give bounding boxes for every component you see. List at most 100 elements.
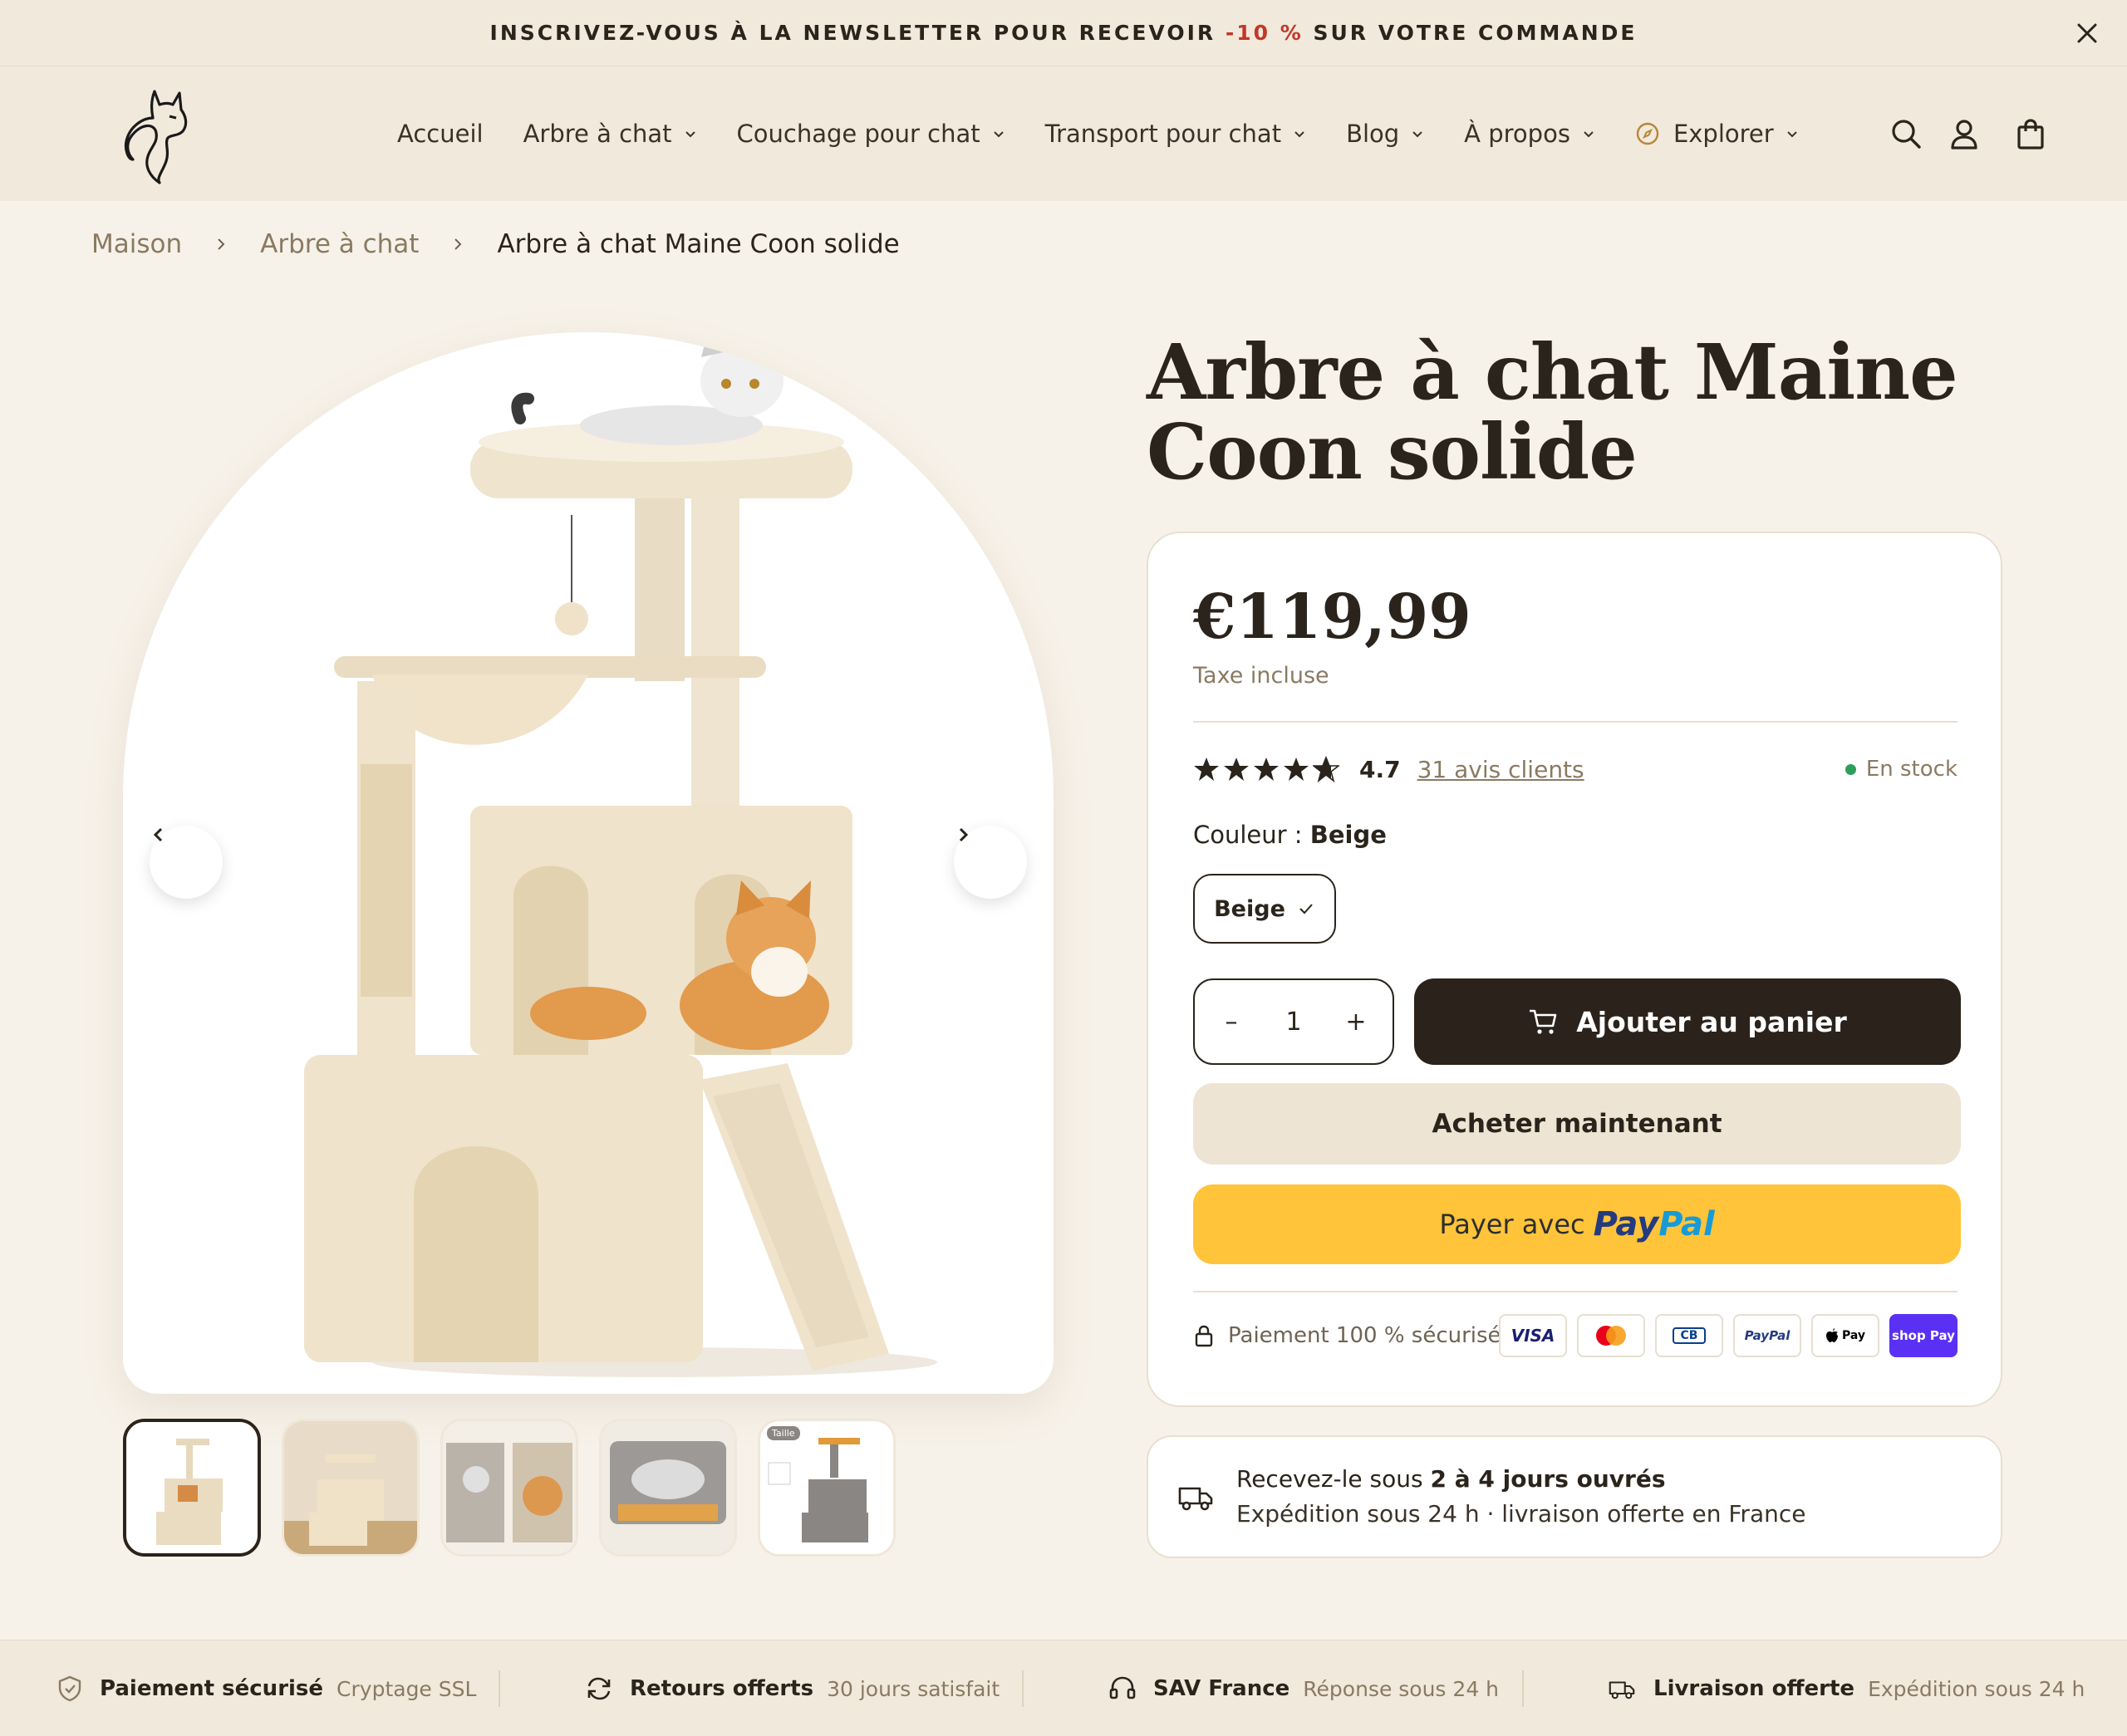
cb-icon: CB	[1655, 1314, 1723, 1357]
delivery-info: Recevez-le sous 2 à 4 jours ouvrés Expéd…	[1147, 1435, 2002, 1558]
nav-item-accueil[interactable]: Accueil	[397, 120, 484, 148]
chevron-right-icon	[454, 238, 462, 250]
separator	[1522, 1670, 1524, 1707]
star-icon	[1284, 758, 1309, 781]
chevron-down-icon	[685, 131, 695, 138]
search-icon[interactable]	[1889, 117, 1923, 150]
thumbnail-image	[760, 1421, 893, 1554]
chevron-down-icon	[1584, 131, 1594, 138]
trust-item-secure-payment: Paiement sécurisé Cryptage SSL	[56, 1640, 476, 1736]
trust-item-returns: Retours offerts 30 jours satisfait	[585, 1640, 1000, 1736]
chevron-down-icon	[1412, 131, 1422, 138]
nav-item-a-propos[interactable]: À propos	[1464, 120, 1595, 148]
buy-now-button[interactable]: Acheter maintenant	[1193, 1083, 1961, 1165]
site-header: Accueil Arbre à chat Couchage pour chat …	[0, 66, 2127, 201]
purchase-card: €119,99 Taxe incluse 4.7 31 avis clients…	[1147, 532, 2002, 1407]
star-half-icon	[1313, 756, 1339, 782]
mastercard-icon	[1577, 1314, 1645, 1357]
announcement-text: INSCRIVEZ-VOUS À LA NEWSLETTER POUR RECE…	[489, 21, 1638, 45]
rating-row: 4.7 31 avis clients En stock	[1193, 751, 1958, 787]
delivery-line-1: Recevez-le sous 2 à 4 jours ouvrés	[1236, 1465, 1666, 1493]
cat-tree-illustration	[304, 332, 937, 1377]
color-swatch-beige[interactable]: Beige	[1193, 874, 1336, 944]
refresh-icon	[587, 1677, 611, 1700]
announcement-bar: INSCRIVEZ-VOUS À LA NEWSLETTER POUR RECE…	[0, 0, 2127, 66]
star-icon	[1224, 758, 1249, 781]
truck-icon	[1178, 1487, 1213, 1511]
trust-item-sav: SAV France Réponse sous 24 h	[1108, 1640, 1499, 1736]
thumbnail-3[interactable]	[440, 1419, 578, 1557]
cart-bag-icon[interactable]	[2014, 117, 2047, 150]
paypal-prefix: Payer avec	[1439, 1209, 1585, 1240]
thumbnail-image	[126, 1422, 258, 1553]
paypal-icon: PayPal	[1733, 1314, 1801, 1357]
account-icon[interactable]	[1948, 117, 1981, 150]
rating-stars	[1193, 756, 1343, 782]
product-title: Arbre à chat Maine Coon solide	[1147, 327, 1958, 497]
chevron-down-icon	[1294, 131, 1304, 138]
next-image-button[interactable]	[954, 826, 1027, 899]
nav-item-arbre-a-chat[interactable]: Arbre à chat	[523, 120, 697, 148]
color-label: Couleur : Beige	[1193, 821, 1387, 849]
nav-item-couchage[interactable]: Couchage pour chat	[737, 120, 1005, 148]
announcement-highlight: -10 %	[1225, 21, 1304, 45]
close-icon[interactable]	[2071, 17, 2104, 50]
shopping-cart-icon	[1530, 1009, 1557, 1034]
divider	[1193, 721, 1958, 723]
paypal-button[interactable]: Payer avec Pay Pal	[1193, 1184, 1961, 1264]
breadcrumb: Maison Arbre à chat Arbre à chat Maine C…	[91, 226, 900, 262]
quantity-decrease-button[interactable]: –	[1215, 1008, 1248, 1037]
cat-logo-icon[interactable]	[123, 85, 191, 184]
rating-value: 4.7	[1359, 755, 1401, 783]
thumb-badge: Taille	[767, 1426, 800, 1440]
nav-item-explorer[interactable]: Explorer	[1635, 120, 1799, 148]
chevron-right-icon	[218, 238, 225, 250]
main-nav: Accueil Arbre à chat Couchage pour chat …	[397, 66, 1839, 201]
thumbnail-image	[602, 1421, 734, 1554]
shield-check-icon	[58, 1675, 81, 1702]
secure-payment-row: Paiement 100 % sécurisé VISA CB PayPal P…	[1193, 1314, 1958, 1357]
reviews-link[interactable]: 31 avis clients	[1417, 756, 1584, 783]
nav-item-blog[interactable]: Blog	[1346, 120, 1424, 148]
thumbnail-1[interactable]	[123, 1419, 261, 1557]
apple-pay-icon: Pay	[1811, 1314, 1879, 1357]
quantity-value[interactable]: 1	[1285, 1008, 1301, 1037]
add-to-cart-button[interactable]: Ajouter au panier	[1414, 978, 1961, 1065]
paypal-logo-pal: Pal	[1658, 1205, 1715, 1243]
thumbnail-2[interactable]	[282, 1419, 420, 1557]
divider	[1193, 1291, 1958, 1292]
trust-bar: Paiement sécurisé Cryptage SSL Retours of…	[0, 1640, 2127, 1736]
breadcrumb-maison[interactable]: Maison	[91, 229, 182, 259]
secure-payment-text: Paiement 100 % sécurisé	[1228, 1323, 1501, 1348]
thumbnail-strip: Taille	[123, 1419, 916, 1557]
stock-status: En stock	[1845, 757, 1958, 782]
truck-icon	[1609, 1681, 1635, 1699]
prev-image-button[interactable]	[150, 826, 223, 899]
tax-note: Taxe incluse	[1193, 663, 1329, 689]
chevron-left-icon	[153, 827, 163, 842]
product-price: €119,99	[1193, 581, 1471, 653]
chevron-down-icon	[993, 131, 1004, 138]
breadcrumb-current: Arbre à chat Maine Coon solide	[497, 229, 900, 259]
payment-methods: VISA CB PayPal Pay shop Pay	[1489, 1314, 1958, 1357]
compass-icon	[1636, 122, 1659, 145]
quantity-increase-button[interactable]: +	[1339, 1008, 1373, 1037]
star-icon	[1254, 758, 1279, 781]
shop-pay-icon: shop Pay	[1889, 1314, 1958, 1357]
visa-icon: VISA	[1499, 1314, 1567, 1357]
color-value: Beige	[1309, 821, 1387, 849]
quantity-stepper: – 1 +	[1193, 978, 1394, 1065]
lock-icon	[1195, 1325, 1213, 1347]
product-main-image[interactable]	[123, 332, 1054, 1394]
separator	[1022, 1670, 1024, 1707]
thumbnail-5[interactable]: Taille	[758, 1419, 896, 1557]
check-icon	[1299, 904, 1313, 915]
headset-icon	[1109, 1676, 1136, 1699]
nav-item-transport[interactable]: Transport pour chat	[1045, 120, 1306, 148]
breadcrumb-arbre-a-chat[interactable]: Arbre à chat	[260, 229, 419, 259]
delivery-line-2: Expédition sous 24 h · livraison offerte…	[1236, 1500, 1806, 1528]
star-icon	[1194, 758, 1219, 781]
separator	[499, 1670, 500, 1707]
thumbnail-image	[443, 1421, 576, 1554]
thumbnail-4[interactable]	[599, 1419, 737, 1557]
